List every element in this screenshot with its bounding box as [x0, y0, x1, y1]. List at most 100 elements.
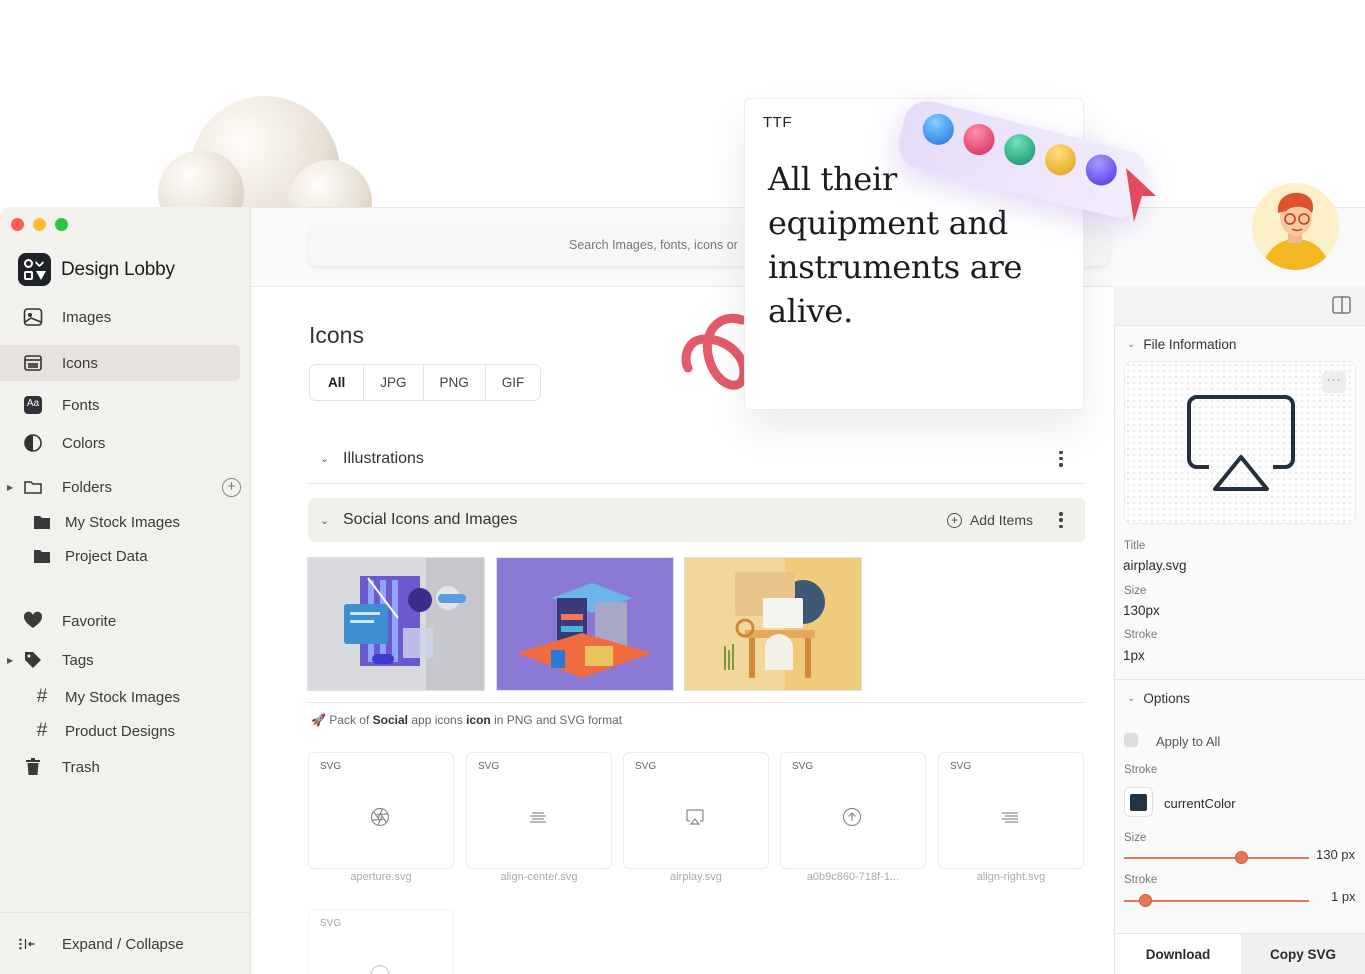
sidebar-item-label: Favorite	[62, 612, 117, 630]
size-value: 130px	[1123, 603, 1160, 618]
caption-mid: app icons	[408, 713, 467, 727]
chevron-down-icon[interactable]: ⌄	[320, 514, 329, 527]
stroke-value: 1px	[1123, 648, 1145, 663]
thumbnail-illustration-1[interactable]	[307, 557, 485, 691]
hashtag-icon: #	[36, 720, 48, 741]
file-name: airplay.svg	[670, 871, 722, 883]
sidebar-item-label: Images	[62, 308, 112, 326]
chevron-down-icon[interactable]: ⌄	[320, 452, 329, 465]
sidebar-item-label: Product Designs	[65, 722, 176, 740]
sidebar-item-label: My Stock Images	[65, 513, 181, 531]
folder-icon	[23, 477, 43, 497]
add-folder-icon[interactable]: +	[222, 477, 241, 497]
align-right-icon	[1000, 807, 1020, 827]
collapse-sidebar-icon	[18, 934, 38, 954]
hashtag-icon: #	[36, 686, 48, 707]
sidebar-item-label: My Stock Images	[65, 688, 181, 706]
expand-collapse-button[interactable]: Expand / Collapse	[0, 926, 251, 962]
chevron-down-icon: ⌄	[1127, 693, 1136, 704]
font-format-label: TTF	[763, 114, 792, 131]
icon-card-partial[interactable]: SVG	[308, 909, 454, 974]
airplay-preview-icon	[1187, 395, 1295, 491]
sidebar-item-fonts[interactable]: Aa Fonts	[0, 387, 251, 423]
caption-suffix: in PNG and SVG format	[490, 713, 623, 727]
logo-icon	[18, 253, 51, 286]
stroke-slider-value: 1 px	[1331, 889, 1356, 904]
size-label: Size	[1124, 585, 1147, 597]
sidebar-item-label: Tags	[62, 651, 94, 669]
stroke-color-label: Stroke	[1124, 764, 1158, 776]
image-icon	[23, 307, 43, 327]
layout-toggle-icon[interactable]	[1332, 296, 1351, 319]
icon-card-align-right[interactable]: SVG align-right.svg	[938, 752, 1084, 883]
sidebar-item-tags[interactable]: ▶ Tags	[0, 642, 251, 678]
apply-all-checkbox[interactable]	[1124, 733, 1138, 747]
section-social-icons[interactable]: ⌄ Social Icons and Images + Add Items	[308, 498, 1085, 542]
icon-card-align-center[interactable]: SVG align-center.svg	[466, 752, 612, 883]
trash-icon	[23, 757, 43, 777]
add-items-button[interactable]: + Add Items	[946, 512, 1033, 528]
file-name: align-right.svg	[976, 871, 1046, 883]
download-button[interactable]: Download	[1115, 933, 1241, 974]
chevron-down-icon: ⌄	[1127, 339, 1136, 350]
zoom-window-button[interactable]	[55, 218, 68, 231]
pack-caption: 🚀 Pack of Social app icons icon in PNG a…	[311, 713, 622, 727]
sidebar-item-label: Icons	[62, 354, 98, 372]
archive-icon	[23, 353, 43, 373]
plus-circle-icon: +	[946, 512, 962, 528]
sidebar-item-folders[interactable]: ▶ Folders +	[0, 469, 251, 505]
copy-svg-button[interactable]: Copy SVG	[1241, 933, 1365, 974]
sidebar-item-label: Trash	[62, 758, 100, 776]
file-type-badge: SVG	[478, 761, 500, 772]
stroke-color-swatch[interactable]	[1124, 787, 1153, 817]
thumbnail-illustration-2[interactable]	[496, 557, 674, 691]
rocket-icon: 🚀	[311, 713, 326, 727]
sidebar-item-product-designs[interactable]: # Product Designs	[0, 713, 251, 749]
size-slider-label: Size	[1124, 832, 1147, 844]
circle-icon	[370, 964, 390, 974]
minimize-window-button[interactable]	[33, 218, 46, 231]
more-vertical-icon[interactable]	[1059, 512, 1063, 528]
sidebar-item-icons[interactable]: Icons	[0, 345, 240, 381]
icon-card-arrow-up-circle[interactable]: SVG a0b9c860-718f-1...	[780, 752, 926, 883]
tab-png[interactable]: PNG	[424, 365, 486, 400]
sidebar-item-my-stock-images[interactable]: My Stock Images	[0, 504, 251, 540]
icon-card-aperture[interactable]: SVG aperture.svg	[308, 752, 454, 883]
search-input[interactable]: Search Images, fonts, icons or	[569, 238, 738, 252]
title-value: airplay.svg	[1123, 558, 1187, 573]
options-toggle[interactable]: ⌄ Options	[1127, 691, 1190, 706]
file-type-badge: SVG	[320, 918, 342, 929]
file-information-toggle[interactable]: ⌄ File Information	[1127, 337, 1236, 352]
stroke-slider-label: Stroke	[1124, 874, 1158, 886]
sidebar-item-trash[interactable]: Trash	[0, 749, 251, 785]
file-type-badge: SVG	[792, 761, 814, 772]
more-options-button[interactable]: ···	[1322, 371, 1346, 393]
icon-card-airplay[interactable]: SVG airplay.svg	[623, 752, 769, 883]
close-window-button[interactable]	[11, 218, 24, 231]
stroke-color-value[interactable]: currentColor	[1164, 796, 1236, 811]
apply-all-label: Apply to All	[1156, 734, 1221, 749]
sidebar-item-colors[interactable]: Colors	[0, 425, 251, 461]
tab-all[interactable]: All	[310, 365, 365, 400]
sidebar-item-tag-my-stock-images[interactable]: # My Stock Images	[0, 679, 251, 715]
tab-gif[interactable]: GIF	[486, 365, 540, 400]
sidebar-item-label: Project Data	[65, 547, 148, 565]
file-information-label: File Information	[1143, 337, 1237, 352]
section-title: Illustrations	[343, 449, 424, 467]
sidebar-item-label: Colors	[62, 434, 106, 452]
expand-collapse-label: Expand / Collapse	[62, 935, 184, 953]
font-icon: Aa	[23, 395, 43, 415]
size-slider-track[interactable]	[1124, 857, 1309, 859]
sidebar-item-project-data[interactable]: Project Data	[0, 538, 251, 574]
palette-dot-green	[1000, 130, 1039, 169]
title-label: Title	[1124, 540, 1146, 552]
sidebar-item-images[interactable]: Images	[0, 299, 251, 335]
tab-jpg[interactable]: JPG	[364, 365, 424, 400]
more-vertical-icon[interactable]	[1059, 450, 1063, 467]
caret-right-icon[interactable]: ▶	[7, 483, 13, 492]
section-illustrations[interactable]: ⌄ Illustrations	[308, 434, 1085, 484]
panel-divider	[1114, 679, 1365, 680]
caret-right-icon[interactable]: ▶	[7, 656, 13, 665]
sidebar-item-favorite[interactable]: Favorite	[0, 603, 251, 639]
thumbnail-illustration-3[interactable]	[684, 557, 862, 691]
